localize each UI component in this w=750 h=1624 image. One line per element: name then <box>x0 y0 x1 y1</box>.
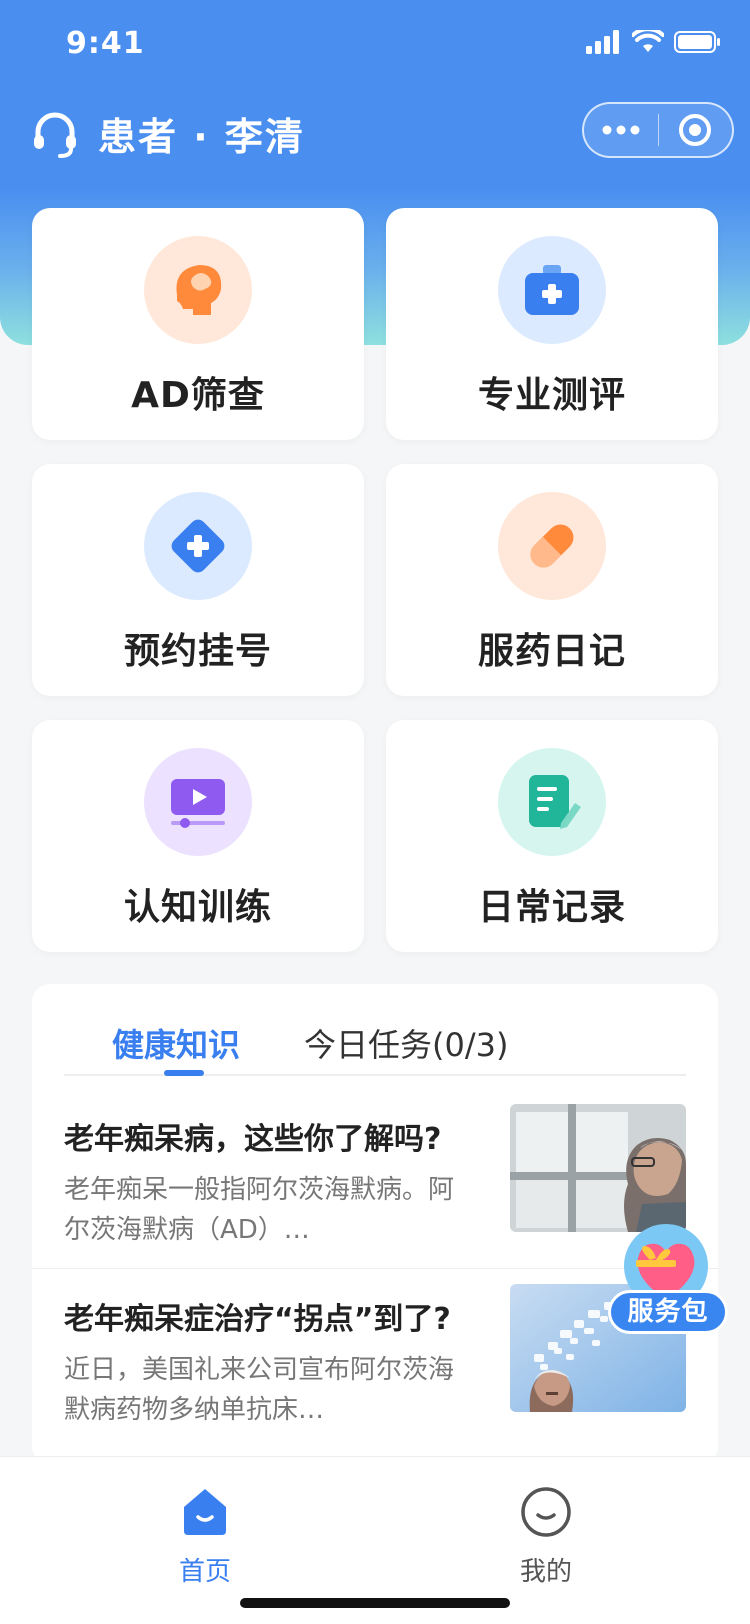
close-button[interactable] <box>659 104 733 156</box>
menu-card-assessment[interactable]: 专业测评 <box>386 208 718 440</box>
article-summary: 老年痴呆一般指阿尔茨海默病。阿尔茨海默病（AD）… <box>64 1175 455 1245</box>
tab-home[interactable]: 首页 <box>125 1485 285 1588</box>
home-icon <box>184 1489 226 1535</box>
plus-diamond-icon <box>144 492 252 600</box>
target-circle-icon <box>679 114 712 146</box>
status-time: 9:41 <box>66 26 145 61</box>
menu-card-medication[interactable]: 服药日记 <box>386 464 718 696</box>
menu-card-ad-screening[interactable]: AD筛查 <box>32 208 364 440</box>
navigation-bar: 患者 · 李清 <box>0 96 750 168</box>
tab-mine[interactable]: 我的 <box>466 1485 626 1588</box>
headset-icon <box>30 108 80 162</box>
menu-card-label: AD筛查 <box>131 375 265 416</box>
menu-card-appointment[interactable]: 预约挂号 <box>32 464 364 696</box>
tab-bar: 健康知识 今日任务(0/3) <box>64 984 686 1076</box>
medical-kit-icon <box>498 236 606 344</box>
service-package-button[interactable]: 服务包 <box>608 1222 732 1346</box>
tab-home-label: 首页 <box>178 1557 231 1587</box>
battery-icon <box>674 31 720 53</box>
active-tab-indicator <box>164 1070 204 1076</box>
article-thumbnail-elderly-man <box>510 1104 686 1232</box>
page-title: 患者 · 李清 <box>98 115 305 159</box>
menu-card-label: 预约挂号 <box>123 631 272 672</box>
notes-icon <box>498 748 606 856</box>
mini-program-capsule <box>582 102 734 158</box>
more-button[interactable] <box>584 104 658 156</box>
wifi-icon <box>632 30 664 52</box>
head-brain-icon <box>144 236 252 344</box>
status-icons <box>586 30 722 54</box>
article-title: 老年痴呆病，这些你了解吗? <box>64 1122 442 1157</box>
menu-card-label: 专业测评 <box>477 375 626 416</box>
home-indicator <box>240 1598 510 1608</box>
status-bar: 9:41 <box>0 0 750 88</box>
smile-icon <box>521 1487 571 1537</box>
menu-card-daily-record[interactable]: 日常记录 <box>386 720 718 952</box>
menu-card-cognitive-training[interactable]: 认知训练 <box>32 720 364 952</box>
article-title: 老年痴呆症治疗“拐点”到了? <box>64 1302 451 1337</box>
service-package-label: 服务包 <box>608 1290 728 1334</box>
menu-card-label: 日常记录 <box>477 887 626 928</box>
article-summary: 近日，美国礼来公司宣布阿尔茨海默病药物多纳单抗床… <box>64 1355 455 1425</box>
tab-mine-label: 我的 <box>519 1557 572 1587</box>
pill-icon <box>498 492 606 600</box>
menu-card-label: 服药日记 <box>477 631 626 672</box>
menu-card-label: 认知训练 <box>123 887 272 928</box>
more-dots-icon <box>602 125 640 135</box>
tab-today-tasks[interactable]: 今日任务(0/3) <box>304 1020 508 1066</box>
tab-health-knowledge[interactable]: 健康知识 <box>112 1020 240 1066</box>
signal-icon <box>586 30 619 54</box>
video-player-icon <box>144 748 252 856</box>
